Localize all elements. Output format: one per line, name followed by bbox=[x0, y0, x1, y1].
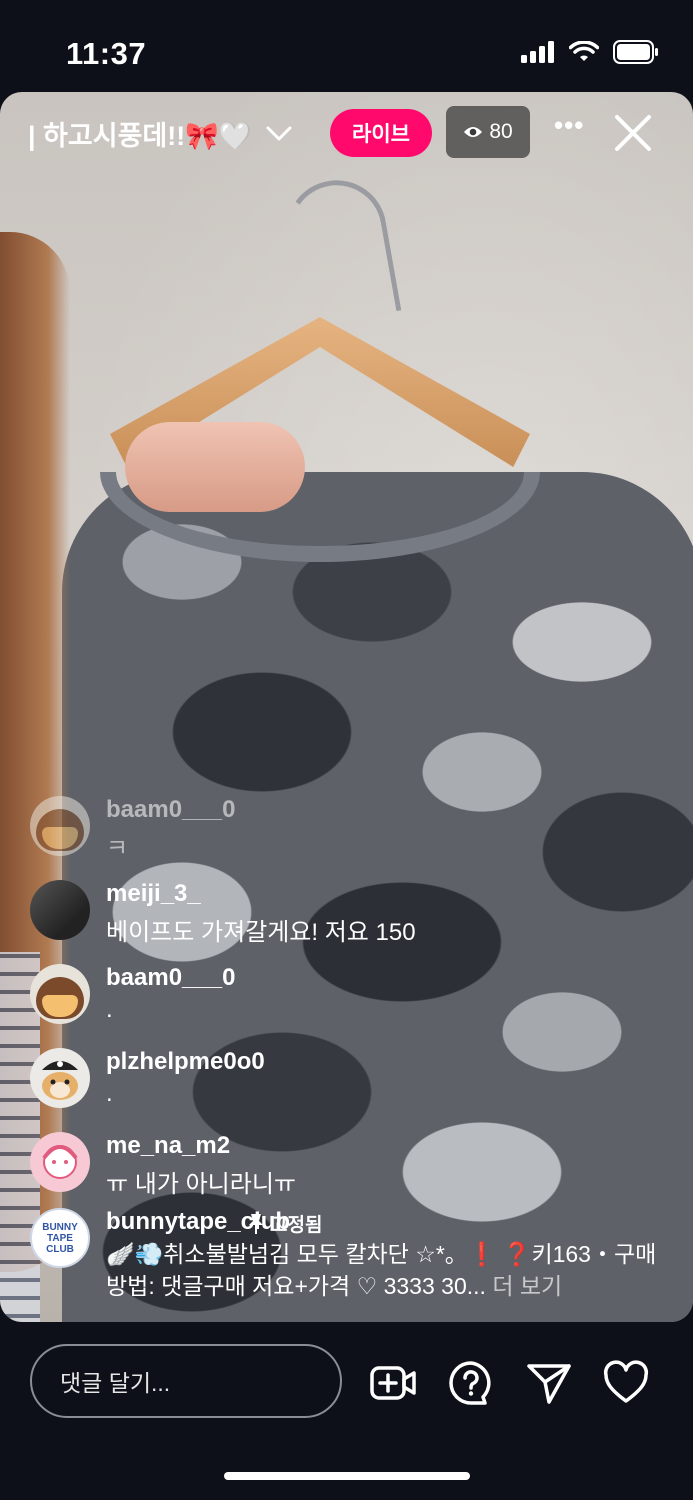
battery-icon bbox=[613, 40, 658, 64]
add-video-icon[interactable] bbox=[370, 1360, 416, 1406]
comment-username[interactable]: baam0___0 bbox=[106, 964, 235, 992]
question-icon[interactable] bbox=[448, 1360, 494, 1406]
pinned-comment-body: 🪽💨취소불발넘김 모두 칼차단 ☆*。❗ ❓키163・구매방법: 댓글구매 저요… bbox=[106, 1241, 657, 1299]
eye-icon bbox=[464, 127, 483, 137]
avatar[interactable] bbox=[30, 964, 90, 1024]
comment-text: 베이프도 가져갈게요! 저요 150 bbox=[106, 919, 416, 946]
status-time: 11:37 bbox=[66, 36, 147, 71]
avatar[interactable]: BUNNY TAPE CLUB bbox=[30, 1208, 90, 1268]
bottom-action-bar: 댓글 달기... bbox=[0, 1322, 693, 1500]
comment-text: . bbox=[106, 1080, 113, 1107]
pirate-hamster-icon bbox=[42, 1061, 78, 1100]
pin-icon bbox=[249, 1213, 263, 1234]
live-badge: 라이브 bbox=[330, 109, 432, 157]
live-top-bar: | 하고시풍데!!🎀🤍 라이브 80 ••• bbox=[0, 92, 693, 172]
avatar[interactable] bbox=[30, 1048, 90, 1108]
wifi-icon bbox=[569, 41, 599, 61]
close-icon[interactable] bbox=[612, 112, 654, 154]
comment-input-placeholder: 댓글 달기... bbox=[60, 1370, 171, 1396]
signal-icon bbox=[521, 41, 554, 63]
pinned-comment-text: 🪽💨취소불발넘김 모두 칼차단 ☆*。❗ ❓키163・구매방법: 댓글구매 저요… bbox=[106, 1238, 666, 1302]
live-title[interactable]: | 하고시풍데!!🎀🤍 bbox=[28, 114, 292, 153]
viewer-count-badge[interactable]: 80 bbox=[446, 106, 530, 158]
status-bar: 11:37 bbox=[0, 0, 693, 92]
comment-text: ㅋ bbox=[106, 835, 129, 862]
status-icons bbox=[521, 40, 659, 64]
avatar[interactable] bbox=[30, 880, 90, 940]
chevron-down-icon[interactable] bbox=[266, 126, 292, 142]
live-video[interactable] bbox=[0, 92, 693, 1322]
pinned-label: 고정됨 bbox=[270, 1215, 323, 1236]
comment-text: . bbox=[106, 996, 113, 1023]
avatar[interactable] bbox=[30, 1132, 90, 1192]
avatar[interactable] bbox=[30, 796, 90, 856]
comment-username[interactable]: plzhelpme0o0 bbox=[106, 1048, 265, 1076]
comment-username[interactable]: me_na_m2 bbox=[106, 1132, 230, 1160]
home-indicator bbox=[224, 1472, 470, 1480]
send-icon[interactable] bbox=[526, 1360, 572, 1406]
viewer-count: 80 bbox=[489, 120, 513, 143]
heart-icon[interactable] bbox=[603, 1360, 649, 1406]
pinned-indicator: 고정됨 bbox=[248, 1210, 322, 1237]
comment-input[interactable]: 댓글 달기... bbox=[30, 1344, 342, 1418]
holding-hand bbox=[125, 422, 305, 512]
comment-username[interactable]: meiji_3_ bbox=[106, 880, 201, 908]
pink-drawing-icon bbox=[42, 1145, 78, 1179]
avatar-logo-text: BUNNY TAPE CLUB bbox=[42, 1221, 78, 1255]
comment-username[interactable]: baam0___0 bbox=[106, 796, 235, 824]
live-title-text: | 하고시풍데!!🎀🤍 bbox=[28, 121, 253, 151]
more-options-button[interactable]: ••• bbox=[554, 110, 584, 141]
see-more-link[interactable]: 더 보기 bbox=[492, 1273, 562, 1299]
comment-text: ㅠ 내가 아니라니ㅠ bbox=[106, 1171, 296, 1198]
